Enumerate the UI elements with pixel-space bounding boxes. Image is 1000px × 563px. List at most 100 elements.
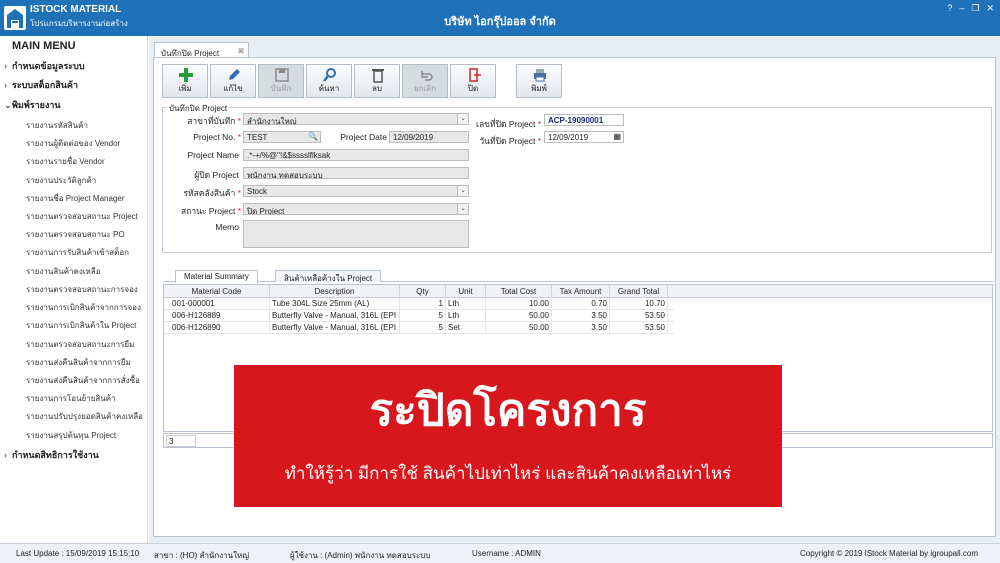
sidebar-report-item[interactable]: รายงานการเบิกสินค้าจากการจอง (26, 301, 141, 314)
sidebar-report-item[interactable]: รายงานสินค้าคงเหลือ (26, 265, 101, 278)
banner-subtitle: ทำให้รู้ว่า มีการใช้ สินค้าไปเท่าไหร่ แล… (284, 464, 732, 483)
col-tax-amount[interactable]: Tax Amount (552, 285, 610, 298)
project-no-field[interactable]: TEST 🔍 (243, 131, 321, 143)
chevron-down-icon: ⌄ (457, 186, 468, 196)
sidebar-report-item[interactable]: รายงานปรับปรุงยอดสินค้าคงเหลือ (26, 410, 143, 423)
sidebar-item-permissions[interactable]: › กำหนดสิทธิการใช้งาน (4, 448, 99, 462)
tab-material-summary[interactable]: Material Summary (175, 270, 258, 283)
close-no-label: เลขที่ปิด Project * (476, 119, 541, 129)
branch-label: สาขาที่บันทึก * (187, 116, 241, 126)
add-button[interactable]: เพิ่ม (162, 64, 208, 98)
company-name: บริษัท ไอกรุ๊ปออล จำกัด (444, 16, 556, 28)
trash-icon (372, 69, 384, 83)
col-grand-total[interactable]: Grand Total (610, 285, 668, 298)
calendar-icon[interactable]: ▦ (613, 132, 621, 141)
project-no-label: Project No. * (193, 132, 241, 142)
sidebar-item-reports[interactable]: ⌄พิมพ์รายงาน (4, 98, 61, 112)
col-description[interactable]: Description (270, 285, 400, 298)
sidebar-item-system-setup[interactable]: › กำหนดข้อมูลระบบ (4, 59, 85, 73)
search-icon[interactable]: 🔍 (308, 132, 318, 141)
search-button[interactable]: ค้นหา (306, 64, 352, 98)
sidebar-report-item[interactable]: รายงานการเบิกสินค้าใน Project (26, 319, 136, 332)
status-user: ผู้ใช้งาน : (Admin) พนักงาน ทดสอบระบบ (290, 551, 431, 560)
project-date-field: 12/09/2019 (389, 131, 469, 143)
closer-field: พนักงาน ทดสอบระบบ (243, 167, 469, 179)
banner-title: ระปิดโครงการ (369, 386, 647, 435)
col-total-cost[interactable]: Total Cost (486, 285, 552, 298)
sidebar-report-item[interactable]: รายงานรายชื่อ Vendor (26, 155, 105, 168)
project-name-label: Project Name (187, 150, 240, 160)
plus-icon (179, 68, 193, 82)
help-icon[interactable]: ? (947, 3, 952, 14)
sidebar-item-stock-system[interactable]: › ระบบสต็อกสินค้า (4, 78, 78, 92)
save-button[interactable]: บันทึก (258, 64, 304, 98)
project-date-label: Project Date (340, 132, 387, 142)
table-row[interactable]: 006-H126890 Butterfly Valve - Manual, 31… (164, 322, 674, 334)
memo-label: Memo (215, 222, 239, 232)
close-date-field[interactable]: 12/09/2019 ▦ (544, 131, 624, 143)
exit-door-icon (469, 68, 481, 82)
maximize-icon[interactable]: ❐ (971, 3, 979, 14)
col-unit[interactable]: Unit (446, 285, 486, 298)
toolbar: เพิ่ม แก้ไข บันทึก ค้นหา ลบ ยกเลิก ปิด พ… (162, 64, 564, 98)
sidebar-report-item[interactable]: รายงานส่งคืนสินค้าจากการสั่งซื้อ (26, 374, 140, 387)
memo-field[interactable] (243, 220, 469, 248)
status-label: สถานะ Project * (181, 206, 241, 216)
close-button[interactable]: ปิด (450, 64, 496, 98)
cancel-button[interactable]: ยกเลิก (402, 64, 448, 98)
close-project-group: บันทึกปิด Project สาขาที่บันทึก * สำนักง… (162, 102, 992, 253)
status-username: Username : ADMIN (472, 549, 541, 558)
chevron-right-icon: › (4, 80, 7, 90)
branch-select[interactable]: สำนักงานใหญ่ ⌄ (243, 113, 469, 125)
floppy-disk-icon (275, 68, 289, 82)
warehouse-select[interactable]: Stock ⌄ (243, 185, 469, 197)
chevron-right-icon: › (4, 450, 7, 460)
detail-tabs: Material Summary สินค้าเหลือค้างใน Proje… (163, 268, 993, 283)
search-icon (323, 68, 336, 82)
grid-header: Material Code Description Qty Unit Total… (164, 285, 992, 298)
chevron-down-icon: ⌄ (457, 204, 468, 214)
print-button[interactable]: พิมพ์ (516, 64, 562, 98)
pencil-icon (229, 69, 240, 80)
chevron-right-icon: › (4, 61, 7, 71)
document-tabstrip: บันทึกปิด Project ⊠ (151, 40, 996, 59)
warehouse-label: รหัสคลังสินค้า * (183, 188, 241, 198)
chevron-down-icon: ⌄ (4, 100, 12, 110)
sidebar-report-item[interactable]: รายงานตรวจสอบสถานะการจอง (26, 283, 138, 296)
sidebar-report-item[interactable]: รายงานสรุปต้นทุน Project (26, 429, 116, 442)
last-update: Last Update : 15/09/2019 15:15:10 (16, 549, 140, 558)
project-name-field: .*-+/%@"!&$sssslflksak (243, 149, 469, 161)
chevron-down-icon: ⌄ (457, 114, 468, 124)
title-bar: ISTOCK MATERIAL โปรแกรมบริหารงานก่อสร้าง… (0, 0, 1000, 36)
col-qty[interactable]: Qty (400, 285, 446, 298)
close-date-label: วันที่ปิด Project * (479, 136, 541, 146)
edit-button[interactable]: แก้ไข (210, 64, 256, 98)
table-row[interactable]: 006-H126889 Butterfly Valve - Manual, 31… (164, 310, 674, 322)
status-branch: สาขา : (HO) สำนักงานใหญ่ (154, 551, 250, 560)
sidebar-report-item[interactable]: รายงานการรับสินค้าเข้าสต็อก (26, 246, 129, 259)
sidebar-report-item[interactable]: รายงานตรวจสอบสถานะการยืม (26, 338, 134, 351)
printer-icon (534, 69, 546, 82)
sidebar-report-item[interactable]: รายงานรหัสสินค้า (26, 119, 88, 132)
tab-remaining-stock[interactable]: สินค้าเหลือค้างใน Project (275, 270, 382, 283)
status-select[interactable]: ปิด Project ⌄ (243, 203, 469, 215)
sidebar-report-item[interactable]: รายงานประวัติลูกค้า (26, 174, 96, 187)
window-controls: ? – ❐ ✕ (947, 3, 994, 14)
sidebar-report-item[interactable]: รายงานตรวจสอบสถานะ PO (26, 228, 125, 241)
tab-close-icon[interactable]: ⊠ (238, 47, 244, 55)
copyright: Copyright © 2019 IStock Material by igro… (800, 549, 978, 558)
sidebar-report-item[interactable]: รายงานชื่อ Project Manager (26, 192, 125, 205)
row-count: 3 (166, 435, 196, 447)
sidebar-report-item[interactable]: รายงานการโอนย้ายสินค้า (26, 392, 116, 405)
delete-button[interactable]: ลบ (354, 64, 400, 98)
col-material-code[interactable]: Material Code (164, 285, 270, 298)
closer-label: ผู้ปิด Project (194, 170, 239, 180)
close-icon[interactable]: ✕ (986, 3, 994, 14)
sidebar-report-item[interactable]: รายงานส่งคืนสินค้าจากการยืม (26, 356, 131, 369)
sidebar-report-item[interactable]: รายงานผู้ติดต่อของ Vendor (26, 137, 120, 150)
sidebar-report-item[interactable]: รายงานตรวจสอบสถานะ Project (26, 210, 138, 223)
table-row[interactable]: 001-000001 Tube 304L Size 25mm (AL) 1 Lt… (164, 298, 674, 310)
minimize-icon[interactable]: – (959, 3, 964, 14)
undo-icon (421, 71, 433, 81)
